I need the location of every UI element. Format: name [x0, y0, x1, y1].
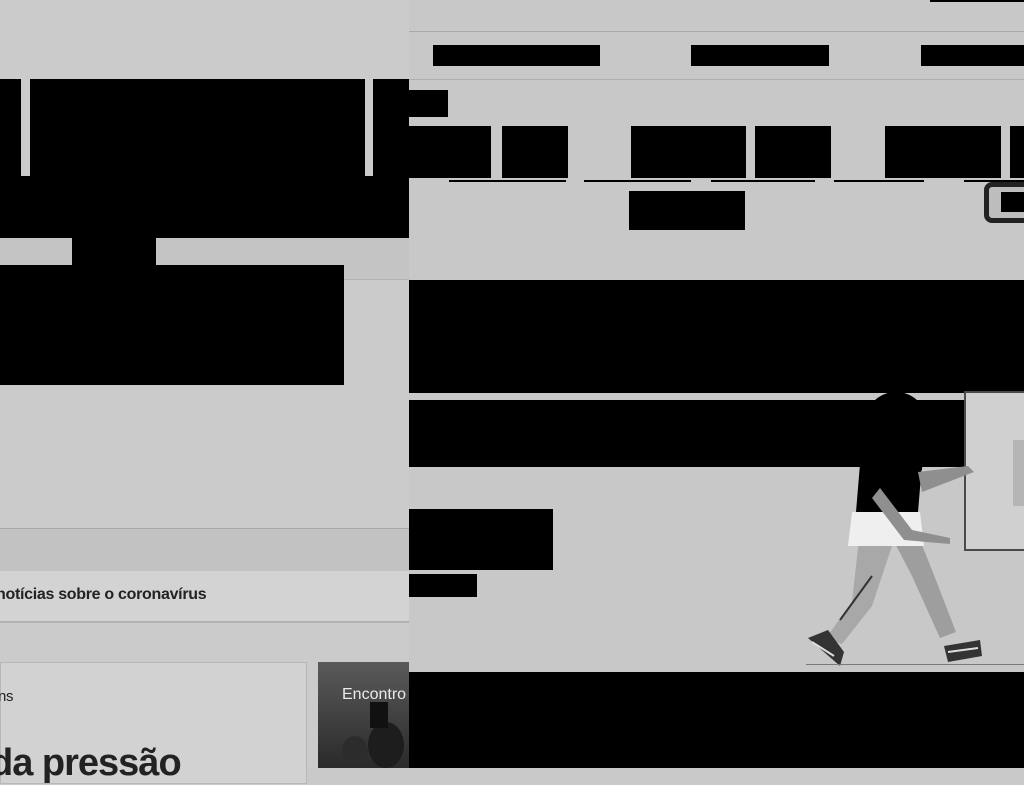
menu-underline — [584, 180, 691, 182]
photo-card-caption: Encontro — [342, 686, 407, 703]
divider — [409, 31, 1024, 32]
hero-small-link[interactable] — [409, 574, 477, 597]
nav-item[interactable] — [72, 238, 156, 267]
menu-underline — [834, 180, 924, 182]
photo-camera — [370, 702, 388, 728]
photo-card[interactable] — [318, 662, 409, 768]
menu-item[interactable] — [409, 126, 491, 178]
logo-fragment — [409, 90, 448, 117]
ground-line — [806, 664, 1024, 665]
menu-item[interactable] — [502, 126, 568, 178]
headline-block[interactable] — [0, 265, 344, 385]
news-card-kicker: ns — [0, 688, 14, 705]
nav-link[interactable] — [691, 45, 829, 66]
nav-link[interactable] — [433, 45, 600, 66]
header-logo — [30, 79, 365, 177]
outline-button-label — [1001, 192, 1024, 212]
topic-strip — [0, 528, 409, 572]
menu-item[interactable] — [1010, 126, 1024, 178]
menu-item[interactable] — [631, 126, 746, 178]
header-banner — [0, 176, 409, 238]
hero-cta-button[interactable] — [409, 509, 553, 570]
hero-title — [409, 280, 1024, 393]
news-card-headline[interactable]: da pressão — [0, 742, 182, 785]
menu-item[interactable] — [755, 126, 831, 178]
menu-item[interactable] — [885, 126, 1001, 178]
topbar-mark — [930, 0, 1024, 2]
coronavirus-news-link[interactable]: notícias sobre o coronavírus — [0, 586, 207, 604]
photo-person — [368, 722, 404, 768]
submenu-item[interactable] — [629, 191, 745, 230]
divider — [409, 79, 1024, 80]
menu-underline — [711, 180, 815, 182]
menu-underline — [449, 180, 566, 182]
person-walking-illustration — [808, 391, 1024, 666]
photo-person — [342, 736, 368, 766]
footer-block — [409, 672, 1024, 768]
nav-link[interactable] — [921, 45, 1024, 66]
header-logo — [373, 79, 409, 177]
header-logo — [0, 79, 21, 177]
